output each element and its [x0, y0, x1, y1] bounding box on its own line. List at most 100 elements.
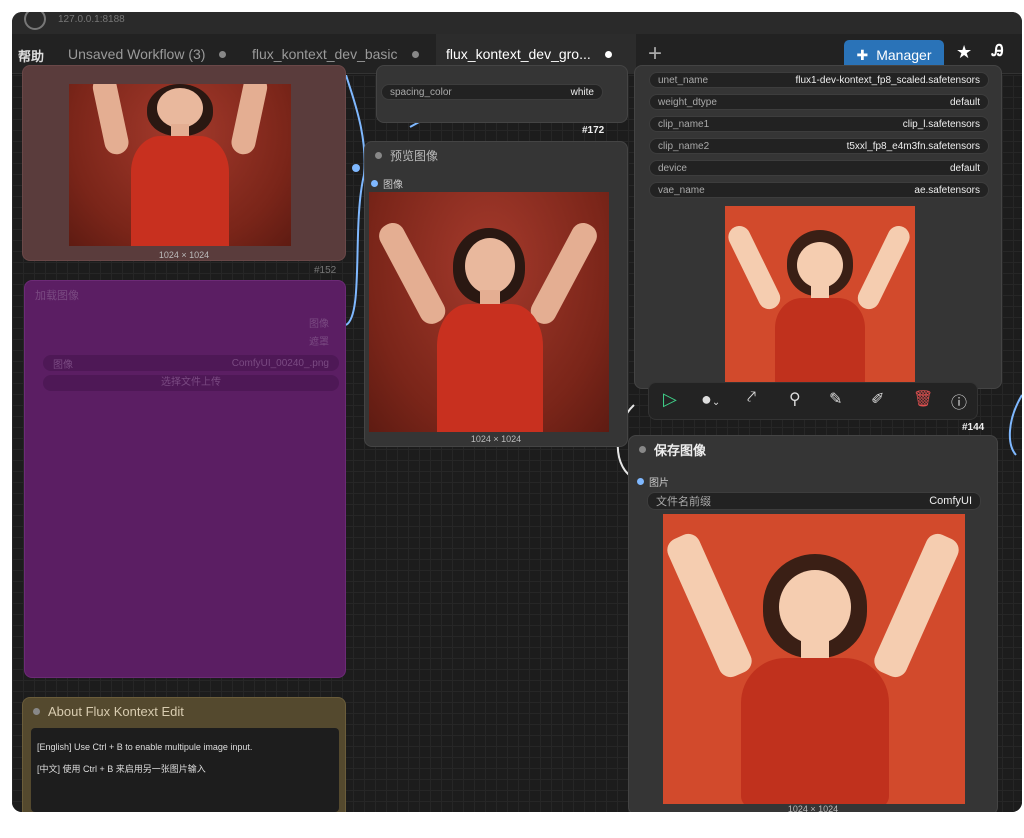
input-image-slot[interactable]: 图像 — [371, 176, 403, 191]
widget-label: 图像 — [53, 359, 73, 371]
tab-label: flux_kontext_dev_gro... — [446, 46, 591, 62]
note-line-english: [English] Use Ctrl + B to enable multipu… — [37, 742, 253, 752]
widget-value: white — [570, 86, 594, 98]
collapse-dot-icon[interactable] — [375, 151, 382, 159]
output-image[interactable]: 图像 — [309, 315, 329, 330]
source-photo — [69, 84, 291, 246]
node-model-loader[interactable]: unet_name flux1-dev-kontext_fp8_scaled.s… — [634, 65, 1002, 389]
help-menu[interactable]: 帮助 — [18, 46, 44, 65]
widget-label: vae_name — [658, 184, 705, 196]
spacing-color-select[interactable]: spacing_color white — [381, 84, 603, 100]
bypass-icon[interactable]: ⤤ — [747, 389, 756, 407]
collapse-dot-icon[interactable] — [33, 707, 40, 715]
node-load-image[interactable]: 加载图像 图像 遮罩 图像 ComfyUI_00240_.png 选择文件上传 — [24, 280, 346, 678]
node-id: #172 — [582, 125, 605, 136]
note-body[interactable]: [English] Use Ctrl + B to enable multipu… — [31, 728, 339, 812]
trash-icon[interactable]: 🗑 — [913, 389, 933, 409]
node-image-preview-left[interactable]: 1024 × 1024 — [22, 65, 346, 261]
clip-name2-select[interactable]: clip_name2 t5xxl_fp8_e4m3fn.safetensors — [649, 138, 989, 154]
upload-button[interactable]: 选择文件上传 — [43, 375, 339, 391]
help-icon[interactable]: ⓘ — [951, 389, 967, 413]
node-id: #144 — [962, 422, 985, 433]
translate-icon[interactable]: Ꭿ — [992, 43, 1004, 61]
person-figure — [69, 84, 291, 246]
logo-icon — [24, 12, 46, 30]
weight-dtype-select[interactable]: weight_dtype default — [649, 94, 989, 110]
widget-value: ComfyUI_00240_.png — [231, 357, 329, 369]
node-header: 保存图像 — [629, 436, 997, 462]
slot-label: 图像 — [383, 180, 403, 191]
node-image-stitch[interactable]: spacing_color white — [376, 65, 628, 123]
widget-value: ComfyUI — [929, 495, 972, 507]
filename-prefix-input[interactable]: 文件名前缀 ComfyUI — [647, 492, 981, 510]
widget-label: clip_name2 — [658, 140, 710, 152]
output-mask[interactable]: 遮罩 — [309, 333, 329, 348]
play-icon[interactable]: ▷ — [663, 389, 677, 410]
widget-label: clip_name1 — [658, 118, 710, 130]
note-line-chinese: [中文] 使用 Ctrl + B 来启用另一张图片输入 — [37, 764, 206, 774]
clip-name1-select[interactable]: clip_name1 clip_l.safetensors — [649, 116, 989, 132]
node-selection-toolbar: ▷ ●⌄ ⤤ ⚲ ✎ ✐ 🗑 ⓘ — [648, 382, 978, 420]
image-dims: 1024 × 1024 — [470, 434, 522, 444]
image-dims: 1024 × 1024 — [158, 250, 210, 260]
person-figure — [369, 192, 609, 432]
slot-dot-icon — [371, 180, 378, 187]
anime-figure — [725, 206, 915, 386]
slot-dot-icon — [637, 478, 644, 485]
pencil-icon[interactable]: ✐ — [871, 389, 884, 409]
anime-figure — [663, 514, 965, 804]
widget-label: device — [658, 162, 687, 174]
node-title: 加载图像 — [35, 290, 79, 302]
edit-icon[interactable]: ✎ — [829, 389, 842, 409]
node-preview-image[interactable]: 预览图像 图像 1024 × 1024 — [364, 141, 628, 447]
loader-preview-image — [725, 206, 915, 386]
graph-canvas[interactable]: 1024 × 1024 #152 加载图像 图像 遮罩 图像 ComfyUI_0… — [12, 65, 1022, 812]
app-window: 127.0.0.1:8188 帮助 Unsaved Workflow (3) f… — [12, 12, 1022, 812]
node-about-note[interactable]: About Flux Kontext Edit [English] Use Ct… — [22, 697, 346, 812]
widget-label: 文件名前缀 — [656, 496, 711, 508]
node-title: 保存图像 — [654, 442, 707, 458]
address-text: 127.0.0.1:8188 — [58, 14, 125, 25]
pin-icon[interactable]: ⚲ — [789, 389, 801, 409]
widget-value: clip_l.safetensors — [902, 118, 980, 130]
note-header: About Flux Kontext Edit — [23, 698, 345, 724]
preview-photo — [369, 192, 609, 432]
collapse-dot-icon[interactable] — [639, 445, 646, 453]
saved-image — [663, 514, 965, 804]
unsaved-dot-icon — [604, 50, 612, 58]
widget-value: default — [949, 96, 980, 108]
slot-label: 图片 — [649, 478, 669, 489]
tab-label: flux_kontext_dev_basic — [252, 46, 398, 62]
color-icon[interactable]: ●⌄ — [701, 389, 720, 410]
tab-label: Unsaved Workflow (3) — [68, 46, 206, 62]
widget-value: t5xxl_fp8_e4m3fn.safetensors — [846, 140, 980, 152]
wire-image — [345, 75, 366, 176]
node-save-image[interactable]: 保存图像 图片 文件名前缀 ComfyUI 1024 × 1024 — [628, 435, 998, 812]
star-icon[interactable]: ★ — [956, 42, 972, 63]
node-id: #152 — [314, 265, 337, 276]
widget-label: unet_name — [658, 74, 709, 86]
widget-value: default — [949, 162, 980, 174]
add-tab-icon[interactable]: + — [648, 40, 662, 68]
node-header: 预览图像 — [365, 142, 627, 168]
image-select[interactable]: 图像 ComfyUI_00240_.png — [43, 355, 339, 371]
unsaved-dot-icon — [219, 50, 227, 58]
wire-image — [345, 174, 365, 326]
manager-label: Manager — [876, 47, 932, 63]
vae-name-select[interactable]: vae_name ae.safetensors — [649, 182, 989, 198]
note-title: About Flux Kontext Edit — [48, 703, 184, 719]
input-image-slot[interactable]: 图片 — [637, 474, 669, 489]
image-dims: 1024 × 1024 — [787, 804, 839, 812]
puzzle-icon: ✚ — [856, 46, 869, 63]
node-title: 预览图像 — [390, 148, 439, 163]
widget-value: flux1-dev-kontext_fp8_scaled.safetensors — [795, 74, 980, 86]
browser-strip: 127.0.0.1:8188 — [12, 12, 1022, 34]
widget-value: ae.safetensors — [914, 184, 980, 196]
widget-label: spacing_color — [390, 86, 452, 98]
widget-label: weight_dtype — [658, 96, 717, 108]
unsaved-dot-icon — [411, 50, 419, 58]
reroute-dot[interactable] — [352, 164, 360, 172]
wire-image — [1008, 394, 1022, 456]
unet-name-select[interactable]: unet_name flux1-dev-kontext_fp8_scaled.s… — [649, 72, 989, 88]
device-select[interactable]: device default — [649, 160, 989, 176]
